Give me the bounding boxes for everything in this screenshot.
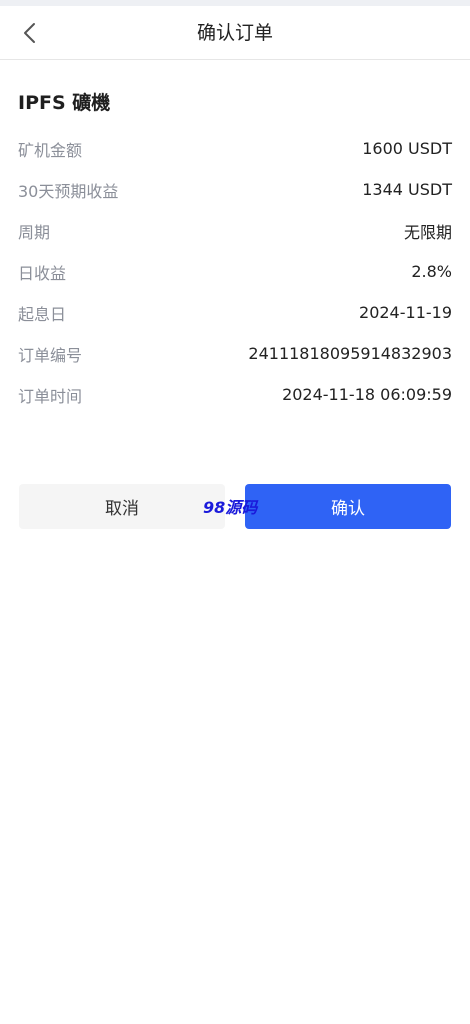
detail-row-daily-income: 日收益 2.8% [18, 251, 452, 292]
detail-row-order-time: 订单时间 2024-11-18 06:09:59 [18, 374, 452, 415]
page-title: 确认订单 [196, 22, 273, 44]
cancel-button[interactable]: 取消 [19, 484, 225, 529]
detail-label: 30天预期收益 [18, 181, 119, 201]
detail-label: 订单时间 [18, 386, 83, 406]
confirm-button[interactable]: 确认 [245, 484, 451, 529]
detail-label: 日收益 [18, 263, 67, 283]
detail-value: 2024-11-19 [359, 303, 452, 322]
detail-value: 1600 USDT [362, 139, 452, 158]
detail-value: 1344 USDT [362, 180, 452, 199]
detail-value: 2024-11-18 06:09:59 [282, 385, 452, 404]
detail-label: 订单编号 [18, 345, 83, 365]
chevron-left-icon [24, 23, 35, 43]
detail-label: 起息日 [18, 304, 67, 324]
detail-row-amount: 矿机金额 1600 USDT [18, 128, 452, 169]
detail-label: 周期 [18, 222, 51, 242]
detail-row-expected-income: 30天预期收益 1344 USDT [18, 169, 452, 210]
detail-row-period: 周期 无限期 [18, 210, 452, 251]
nav-header: 确认订单 [0, 6, 470, 60]
action-bar: 取消 确认 [19, 484, 451, 529]
detail-value: 无限期 [403, 222, 452, 242]
back-button[interactable] [14, 17, 46, 49]
product-name: IPFS 礦機 [18, 92, 111, 114]
detail-row-order-number: 订单编号 24111818095914832903 [18, 333, 452, 374]
detail-row-start-date: 起息日 2024-11-19 [18, 292, 452, 333]
detail-label: 矿机金额 [18, 140, 83, 160]
detail-value: 2.8% [411, 262, 452, 281]
order-details: 矿机金额 1600 USDT 30天预期收益 1344 USDT 周期 无限期 … [18, 128, 452, 415]
detail-value: 24111818095914832903 [248, 344, 452, 363]
